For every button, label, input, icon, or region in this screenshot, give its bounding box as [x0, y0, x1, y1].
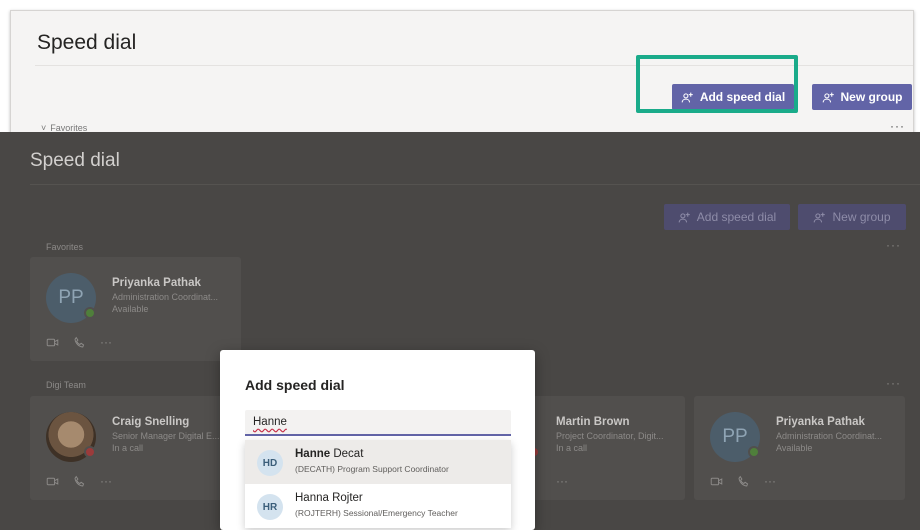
more-options-icon: ···: [764, 474, 776, 488]
card-actions: ···: [556, 474, 568, 488]
contact-name: Martin Brown: [556, 416, 630, 428]
divider: [30, 184, 920, 185]
contact-name: Priyanka Pathak: [112, 277, 201, 289]
suggestion-name: Hanne Decat: [295, 448, 363, 460]
highlight-box: [636, 55, 798, 113]
page-title: Speed dial: [37, 31, 137, 54]
presence-available-icon: [84, 307, 96, 319]
more-options-icon: ···: [100, 474, 112, 488]
search-input-value: Hanne: [253, 416, 287, 428]
favorites-label: Favorites: [46, 242, 84, 252]
avatar: HD: [257, 450, 283, 476]
contact-role: Administration Coordinat...: [112, 292, 219, 302]
add-speed-dial-dialog: Add speed dial Hanne HD Hanne Decat (DEC…: [220, 350, 535, 530]
suggestion-name-rest: Hanna Rojter: [295, 492, 363, 504]
search-input[interactable]: Hanne: [245, 410, 511, 436]
contact-status: In a call: [556, 443, 588, 453]
add-group-icon: [822, 92, 834, 102]
card-actions: ···: [46, 474, 112, 488]
suggestion-name-match: Hanne: [295, 448, 331, 460]
digi-team-label: Digi Team: [46, 380, 86, 390]
more-options-icon[interactable]: ···: [890, 119, 905, 133]
phone-icon: [74, 336, 85, 347]
suggestion-subtitle: (ROJTERH) Sessional/Emergency Teacher: [295, 508, 458, 518]
background-new-group-button: New group: [798, 204, 906, 230]
contact-role: Senior Manager Digital E...: [112, 431, 220, 441]
speed-dial-card: PP Priyanka Pathak Administration Coordi…: [30, 257, 241, 361]
add-group-icon: [814, 212, 826, 222]
background-page-title: Speed dial: [30, 150, 120, 171]
new-group-button[interactable]: New group: [812, 84, 912, 110]
contact-status: In a call: [112, 443, 144, 453]
card-actions: ···: [46, 335, 112, 349]
video-call-icon: [46, 477, 59, 485]
add-speed-dial-label: Add speed dial: [696, 210, 777, 224]
more-options-icon: ···: [100, 335, 112, 349]
contact-status: Available: [112, 304, 149, 314]
contact-role: Project Coordinator, Digit...: [556, 431, 664, 441]
dialog-title: Add speed dial: [245, 377, 345, 393]
presence-available-icon: [748, 446, 760, 458]
contact-role: Administration Coordinat...: [776, 431, 883, 441]
suggestion-subtitle: (DECATH) Program Support Coordinator: [295, 464, 449, 474]
speed-dial-card: PP Priyanka Pathak Administration Coordi…: [694, 396, 905, 500]
suggestion-name-rest: Decat: [330, 448, 364, 460]
new-group-label: New group: [832, 210, 891, 224]
speed-dial-card: Craig Snelling Senior Manager Digital E.…: [30, 396, 241, 500]
avatar: HR: [257, 494, 283, 520]
suggestion-list: HD Hanne Decat (DECATH) Program Support …: [245, 440, 511, 528]
more-options-icon: ···: [886, 238, 901, 252]
phone-icon: [738, 475, 749, 486]
more-options-icon: ···: [886, 376, 901, 390]
contact-name: Craig Snelling: [112, 416, 190, 428]
contact-name: Priyanka Pathak: [776, 416, 865, 428]
phone-icon: [74, 475, 85, 486]
more-options-icon: ···: [556, 474, 568, 488]
suggestion-name: Hanna Rojter: [295, 492, 363, 504]
background-add-speed-dial-button: Add speed dial: [664, 204, 790, 230]
card-actions: ···: [710, 474, 776, 488]
add-person-icon: [678, 212, 690, 222]
suggestion-item[interactable]: HR Hanna Rojter (ROJTERH) Sessional/Emer…: [245, 484, 511, 528]
video-call-icon: [46, 338, 59, 346]
contact-status: Available: [776, 443, 813, 453]
presence-busy-icon: [84, 446, 96, 458]
suggestion-item[interactable]: HD Hanne Decat (DECATH) Program Support …: [245, 440, 511, 484]
video-call-icon: [710, 477, 723, 485]
new-group-label: New group: [840, 90, 903, 104]
